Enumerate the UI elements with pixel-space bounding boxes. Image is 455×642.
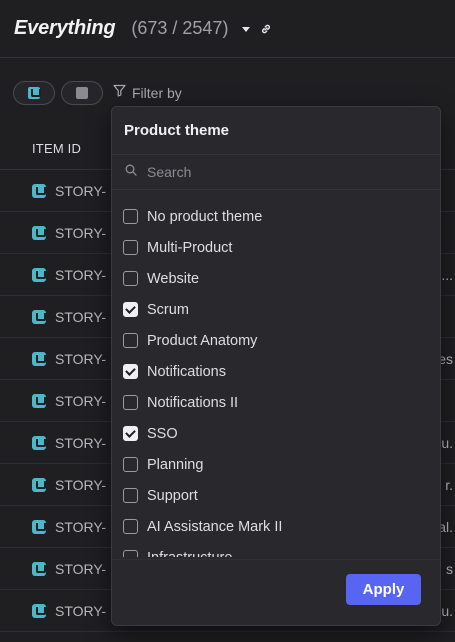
story-icon (32, 267, 46, 282)
dropdown-footer: Apply (112, 559, 440, 625)
theme-option[interactable]: No product theme (112, 201, 440, 232)
filter-by-button[interactable]: Filter by (113, 84, 182, 102)
option-label: Scrum (147, 301, 189, 318)
theme-option[interactable]: Infrastructure (112, 542, 440, 557)
story-icon (32, 393, 46, 408)
bug-type-chip[interactable] (61, 81, 103, 105)
story-icon (32, 351, 46, 366)
option-label: AI Assistance Mark II (147, 518, 283, 535)
link-icon[interactable] (260, 23, 272, 35)
row-text-tail: u. (441, 602, 453, 619)
theme-option[interactable]: Planning (112, 449, 440, 480)
filter-toolbar: Filter by (13, 80, 182, 106)
filter-by-label: Filter by (132, 85, 182, 101)
row-text-tail: s (446, 560, 453, 577)
item-id[interactable]: STORY- (55, 519, 106, 535)
story-icon (32, 477, 46, 492)
option-checkbox[interactable] (123, 364, 138, 379)
item-id[interactable]: STORY- (55, 225, 106, 241)
option-checkbox[interactable] (123, 395, 138, 410)
row-text-tail: u. (441, 434, 453, 451)
item-id[interactable]: STORY- (55, 603, 106, 619)
dropdown-title: Product theme (112, 107, 440, 155)
theme-option[interactable]: Product Anatomy (112, 325, 440, 356)
view-header: Everything (673 / 2547) (0, 0, 455, 58)
story-icon (32, 225, 46, 240)
row-text-tail: ... (441, 266, 453, 283)
item-id[interactable]: STORY- (55, 183, 106, 199)
item-id[interactable]: STORY- (55, 267, 106, 283)
apply-button[interactable]: Apply (346, 574, 421, 605)
item-count: (673 / 2547) (131, 18, 229, 38)
theme-option[interactable]: Website (112, 263, 440, 294)
view-title[interactable]: Everything (14, 17, 116, 40)
item-id[interactable]: STORY- (55, 561, 106, 577)
filter-icon (113, 84, 126, 102)
story-type-chip[interactable] (13, 81, 55, 105)
option-checkbox[interactable] (123, 457, 138, 472)
option-checkbox[interactable] (123, 302, 138, 317)
app-root: Everything (673 / 2547) Filter by ITEM I… (0, 0, 455, 642)
option-checkbox[interactable] (123, 488, 138, 503)
theme-option[interactable]: AI Assistance Mark II (112, 511, 440, 542)
option-checkbox[interactable] (123, 550, 138, 557)
option-checkbox[interactable] (123, 333, 138, 348)
item-id[interactable]: STORY- (55, 477, 106, 493)
search-input[interactable] (147, 164, 407, 180)
story-icon (32, 561, 46, 576)
option-checkbox[interactable] (123, 271, 138, 286)
option-checkbox[interactable] (123, 519, 138, 534)
row-text-tail: r. (445, 476, 453, 493)
story-icon (32, 309, 46, 324)
option-label: Support (147, 487, 198, 504)
item-id[interactable]: STORY- (55, 309, 106, 325)
theme-option[interactable]: SSO (112, 418, 440, 449)
story-icon (32, 435, 46, 450)
option-label: Website (147, 270, 200, 287)
option-checkbox[interactable] (123, 209, 138, 224)
story-icon (32, 183, 46, 198)
theme-option[interactable]: Notifications II (112, 387, 440, 418)
option-label: Planning (147, 456, 204, 473)
option-label: Notifications (147, 363, 226, 380)
dropdown-search (112, 155, 440, 190)
bug-icon (76, 87, 88, 99)
options-list: No product theme Multi-Product Website Scru… (112, 190, 440, 557)
option-label: Multi-Product (147, 239, 233, 256)
option-label: No product theme (147, 208, 263, 225)
theme-option[interactable]: Scrum (112, 294, 440, 325)
story-icon (28, 87, 41, 99)
option-checkbox[interactable] (123, 240, 138, 255)
theme-option[interactable]: Notifications (112, 356, 440, 387)
story-icon (32, 603, 46, 618)
option-checkbox[interactable] (123, 426, 138, 441)
theme-option[interactable]: Support (112, 480, 440, 511)
item-id[interactable]: STORY- (55, 435, 106, 451)
item-id[interactable]: STORY- (55, 393, 106, 409)
option-label: Notifications II (147, 394, 239, 411)
story-icon (32, 519, 46, 534)
product-theme-dropdown: Product theme No product theme Multi-Prod… (111, 106, 441, 626)
option-label: SSO (147, 425, 178, 442)
option-label: Infrastructure (147, 550, 232, 558)
theme-option[interactable]: Multi-Product (112, 232, 440, 263)
search-icon (125, 163, 137, 181)
option-label: Product Anatomy (147, 332, 258, 349)
item-id[interactable]: STORY- (55, 351, 106, 367)
caret-down-icon[interactable] (242, 27, 251, 32)
